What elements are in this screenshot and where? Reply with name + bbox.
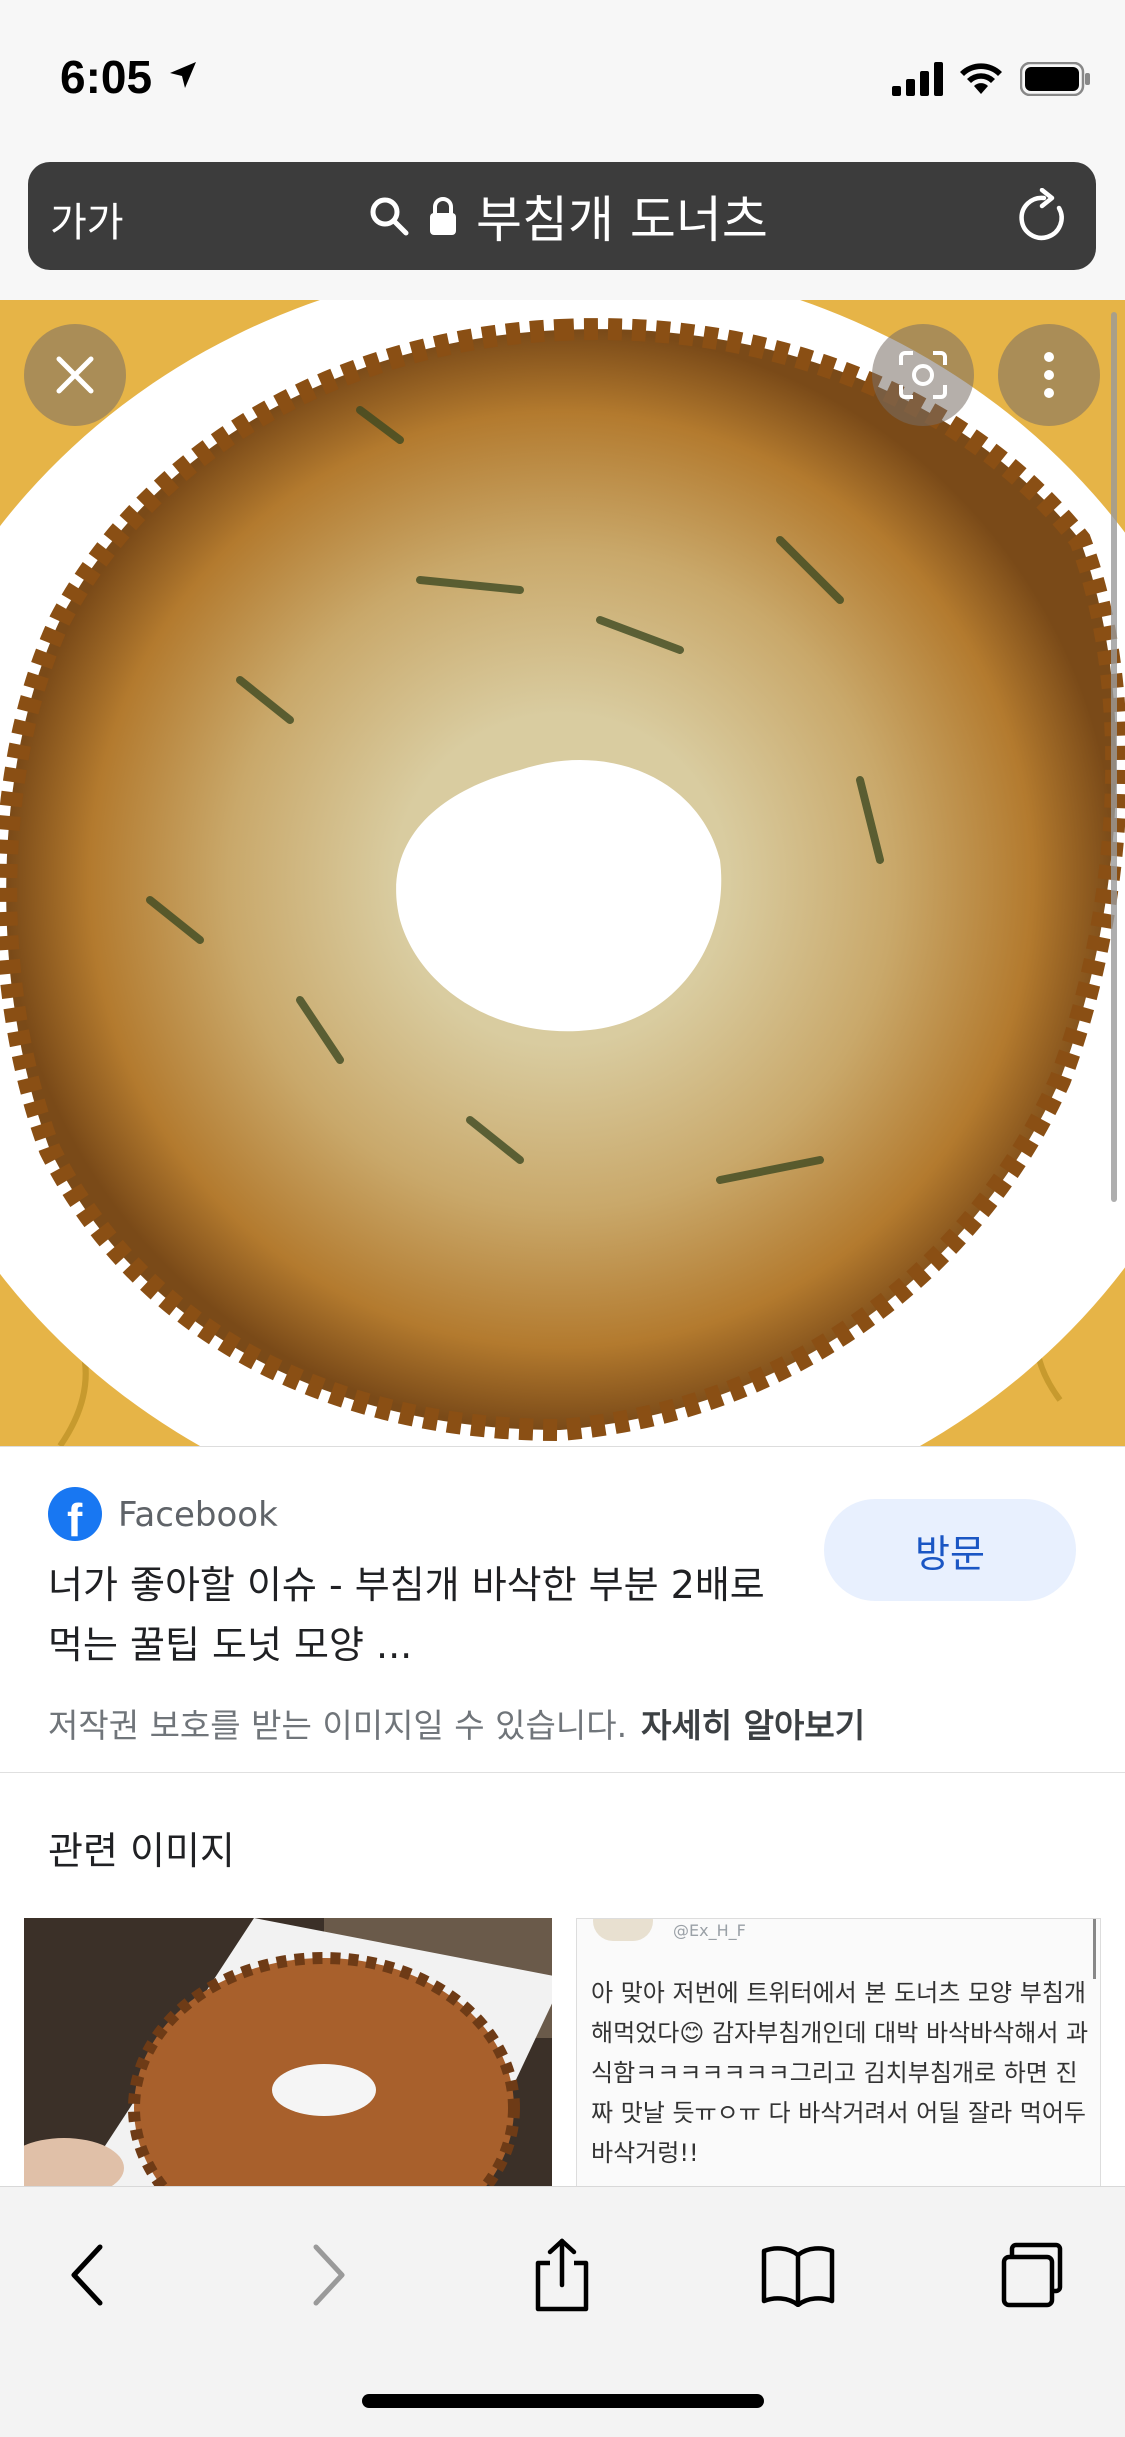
back-button[interactable] [48,2235,128,2315]
scroll-indicator [1111,312,1117,1202]
close-viewer-button[interactable] [24,324,126,426]
address-bar[interactable]: 가가 부침개 도너츠 [28,162,1096,270]
tweet-avatar [593,1919,653,1941]
pancake-photo-thumbnail [24,1918,552,2190]
location-arrow-icon [170,62,196,88]
status-bar: 6:05 [0,0,1125,160]
wifi-icon [960,63,1002,94]
divider [0,1772,1125,1773]
lock-icon [430,197,456,235]
visit-button[interactable]: 방문 [824,1499,1076,1601]
share-button[interactable] [522,2235,602,2315]
battery-icon [1020,62,1090,96]
cellular-signal-icon [892,62,943,96]
more-vertical-icon [1044,352,1054,398]
result-title[interactable]: 너가 좋아할 이슈 - 부침개 바삭한 부분 2배로 먹는 꿀팁 도넛 모양 .… [48,1555,778,1675]
bookmarks-button[interactable] [758,2235,838,2315]
learn-more-link[interactable]: 자세히 알아보기 [641,1706,865,1745]
tweet-text: 아 맞아 저번에 트위터에서 본 도너츠 모양 부침개 해먹었다😊 감자부침개인… [591,1979,1089,2167]
related-image-1[interactable] [24,1918,552,2190]
tweet-handle: @Ex_H_F [673,1921,746,1940]
forward-icon [313,2244,345,2306]
more-options-button[interactable] [998,324,1100,426]
bookmarks-icon [761,2246,835,2307]
lens-button[interactable] [872,324,974,426]
thumb-scroll-bar [1093,1919,1096,1979]
copyright-notice: 저작권 보호를 받는 이미지일 수 있습니다. 자세히 알아보기 [48,1699,865,1747]
search-icon [370,197,409,236]
url-text: 부침개 도너츠 [476,191,768,249]
share-icon [535,2238,589,2312]
facebook-icon: f [48,1487,102,1546]
tabs-button[interactable] [994,2235,1074,2315]
close-icon [56,356,94,394]
reload-icon[interactable] [1016,188,1070,244]
back-icon [71,2244,103,2306]
url-field[interactable]: 부침개 도너츠 [368,184,768,249]
source-name[interactable]: Facebook [118,1495,278,1535]
related-images-title: 관련 이미지 [48,1829,235,1873]
related-image-2[interactable]: @Ex_H_F 아 맞아 저번에 트위터에서 본 도너츠 모양 부침개 해먹었다… [576,1918,1101,2190]
home-indicator[interactable] [362,2394,764,2408]
lens-icon [899,351,947,399]
image-viewer[interactable] [0,300,1125,1446]
image-result-info: f Facebook 너가 좋아할 이슈 - 부침개 바삭한 부분 2배로 먹는… [0,1446,1125,1773]
text-size-button[interactable]: 가가 [50,190,124,248]
status-time: 6:05 [60,51,153,103]
forward-button[interactable] [288,2235,368,2315]
tabs-icon [1001,2242,1063,2308]
address-bar-container: 가가 부침개 도너츠 [0,160,1125,300]
copyright-text: 저작권 보호를 받는 이미지일 수 있습니다. [48,1706,628,1745]
donut-pancake-image [0,300,1125,1446]
